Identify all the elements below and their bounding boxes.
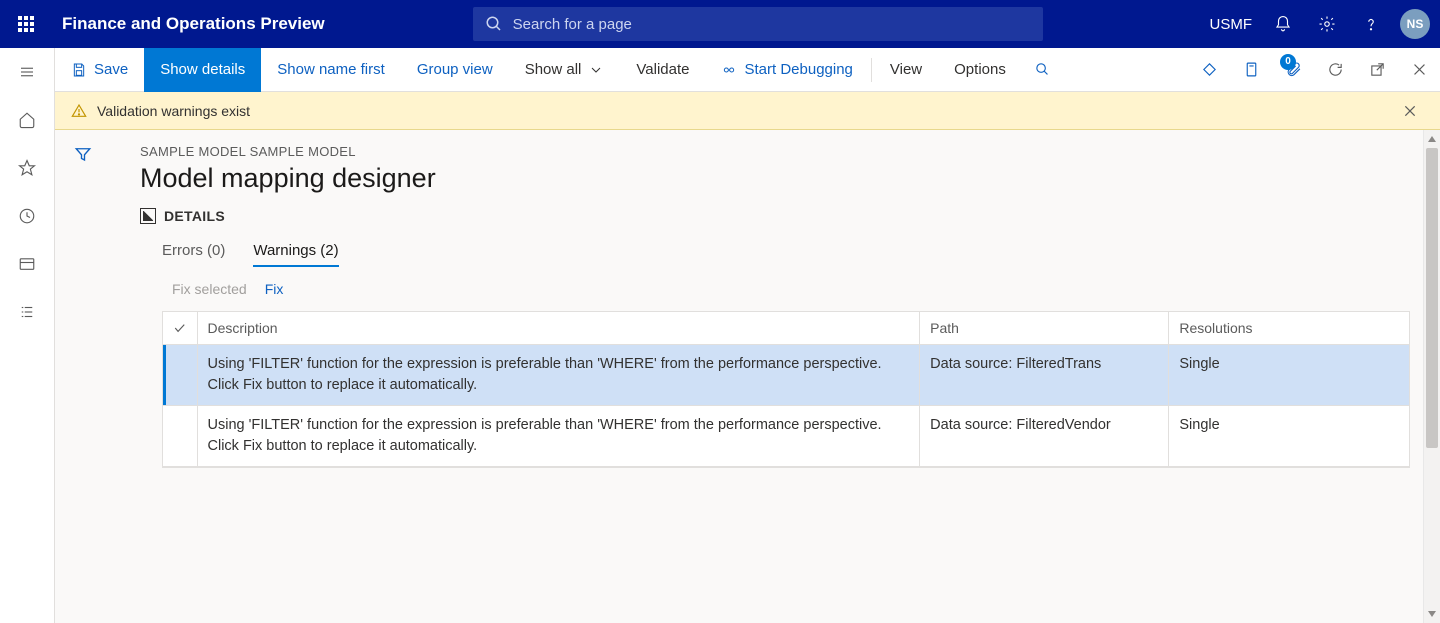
page-options-button[interactable] (1230, 48, 1272, 92)
popout-button[interactable] (1356, 48, 1398, 92)
search-icon (1034, 61, 1051, 78)
row-select-cell[interactable] (163, 406, 197, 467)
scrollbar-thumb[interactable] (1426, 148, 1438, 448)
global-header: Finance and Operations Preview USMF NS (0, 0, 1440, 48)
collapse-triangle-icon (143, 211, 153, 221)
action-bar: Save Show details Show name first Group … (55, 48, 1440, 92)
details-section-toggle[interactable] (140, 208, 156, 224)
save-label: Save (94, 61, 128, 78)
nav-modules-button[interactable] (0, 288, 55, 336)
attachments-badge: 0 (1280, 54, 1296, 70)
options-menu[interactable]: Options (938, 48, 1022, 92)
warning-banner: Validation warnings exist (55, 92, 1440, 130)
table-row[interactable]: Using 'FILTER' function for the expressi… (163, 345, 1409, 406)
attachments-button[interactable]: 0 (1272, 48, 1314, 92)
workspace-icon (18, 255, 36, 273)
left-nav-rail (0, 48, 55, 623)
star-icon (18, 159, 36, 177)
validate-button[interactable]: Validate (620, 48, 705, 92)
settings-button[interactable] (1306, 0, 1348, 48)
cell-path[interactable]: Data source: FilteredTrans (920, 345, 1169, 406)
personalize-button[interactable] (1188, 48, 1230, 92)
vertical-scrollbar[interactable] (1423, 130, 1440, 623)
filter-pane-toggle[interactable] (55, 130, 110, 178)
nav-recent-button[interactable] (0, 192, 55, 240)
search-icon (485, 15, 503, 33)
group-view-button[interactable]: Group view (401, 48, 509, 92)
tab-errors[interactable]: Errors (0) (162, 236, 225, 267)
chevron-down-icon (588, 62, 604, 78)
app-title: Finance and Operations Preview (62, 14, 325, 34)
tab-warnings[interactable]: Warnings (2) (253, 236, 338, 267)
col-resolutions-header[interactable]: Resolutions (1169, 312, 1409, 345)
start-debugging-button[interactable]: Start Debugging (705, 48, 868, 92)
row-select-cell[interactable] (163, 345, 197, 406)
page-title: Model mapping designer (140, 163, 1410, 194)
diamond-icon (1201, 61, 1218, 78)
nav-home-button[interactable] (0, 96, 55, 144)
save-button[interactable]: Save (55, 48, 144, 92)
refresh-button[interactable] (1314, 48, 1356, 92)
question-icon (1362, 15, 1380, 33)
close-icon (1402, 103, 1418, 119)
show-name-first-button[interactable]: Show name first (261, 48, 401, 92)
table-row[interactable]: Using 'FILTER' function for the expressi… (163, 406, 1409, 467)
cell-description[interactable]: Using 'FILTER' function for the expressi… (197, 406, 920, 467)
search-input[interactable] (513, 16, 1031, 33)
save-icon (71, 62, 87, 78)
user-avatar[interactable]: NS (1400, 9, 1430, 39)
page-icon (1243, 61, 1260, 78)
notifications-button[interactable] (1262, 0, 1304, 48)
clock-icon (18, 207, 36, 225)
close-page-button[interactable] (1398, 48, 1440, 92)
nav-collapse-button[interactable] (0, 48, 55, 96)
checkmark-icon (173, 321, 187, 335)
banner-text: Validation warnings exist (97, 103, 250, 119)
details-tabs: Errors (0) Warnings (2) (162, 236, 1410, 267)
page-body: SAMPLE MODEL SAMPLE MODEL Model mapping … (110, 130, 1440, 623)
breadcrumb: SAMPLE MODEL SAMPLE MODEL (140, 144, 1410, 159)
cell-resolutions[interactable]: Single (1169, 345, 1409, 406)
modules-icon (18, 303, 36, 321)
warning-icon (71, 103, 87, 119)
cell-description[interactable]: Using 'FILTER' function for the expressi… (197, 345, 920, 406)
gear-icon (1318, 15, 1336, 33)
filter-icon (74, 145, 92, 163)
show-details-button[interactable]: Show details (144, 48, 261, 92)
warnings-grid: Description Path Resolutions Using 'FILT… (162, 311, 1410, 468)
col-path-header[interactable]: Path (920, 312, 1169, 345)
fix-button[interactable]: Fix (265, 281, 284, 297)
popout-icon (1369, 61, 1386, 78)
help-button[interactable] (1350, 0, 1392, 48)
details-section-label: DETAILS (164, 208, 225, 224)
bell-icon (1274, 15, 1292, 33)
company-selector[interactable]: USMF (1210, 16, 1253, 33)
nav-favorites-button[interactable] (0, 144, 55, 192)
cell-resolutions[interactable]: Single (1169, 406, 1409, 467)
view-menu[interactable]: View (874, 48, 938, 92)
refresh-icon (1327, 61, 1344, 78)
select-all-header[interactable] (163, 312, 197, 345)
global-search[interactable] (473, 7, 1043, 41)
debug-icon (721, 62, 737, 78)
hamburger-icon (18, 63, 36, 81)
fix-selected-button: Fix selected (172, 281, 247, 297)
cell-path[interactable]: Data source: FilteredVendor (920, 406, 1169, 467)
show-all-dropdown[interactable]: Show all (509, 48, 621, 92)
col-description-header[interactable]: Description (197, 312, 920, 345)
home-icon (18, 111, 36, 129)
nav-workspaces-button[interactable] (0, 240, 55, 288)
close-icon (1411, 61, 1428, 78)
app-launcher-button[interactable] (10, 0, 42, 48)
warnings-actions: Fix selected Fix (172, 281, 1410, 297)
waffle-icon (18, 16, 34, 32)
banner-close-button[interactable] (1396, 97, 1424, 125)
find-button[interactable] (1022, 48, 1064, 92)
